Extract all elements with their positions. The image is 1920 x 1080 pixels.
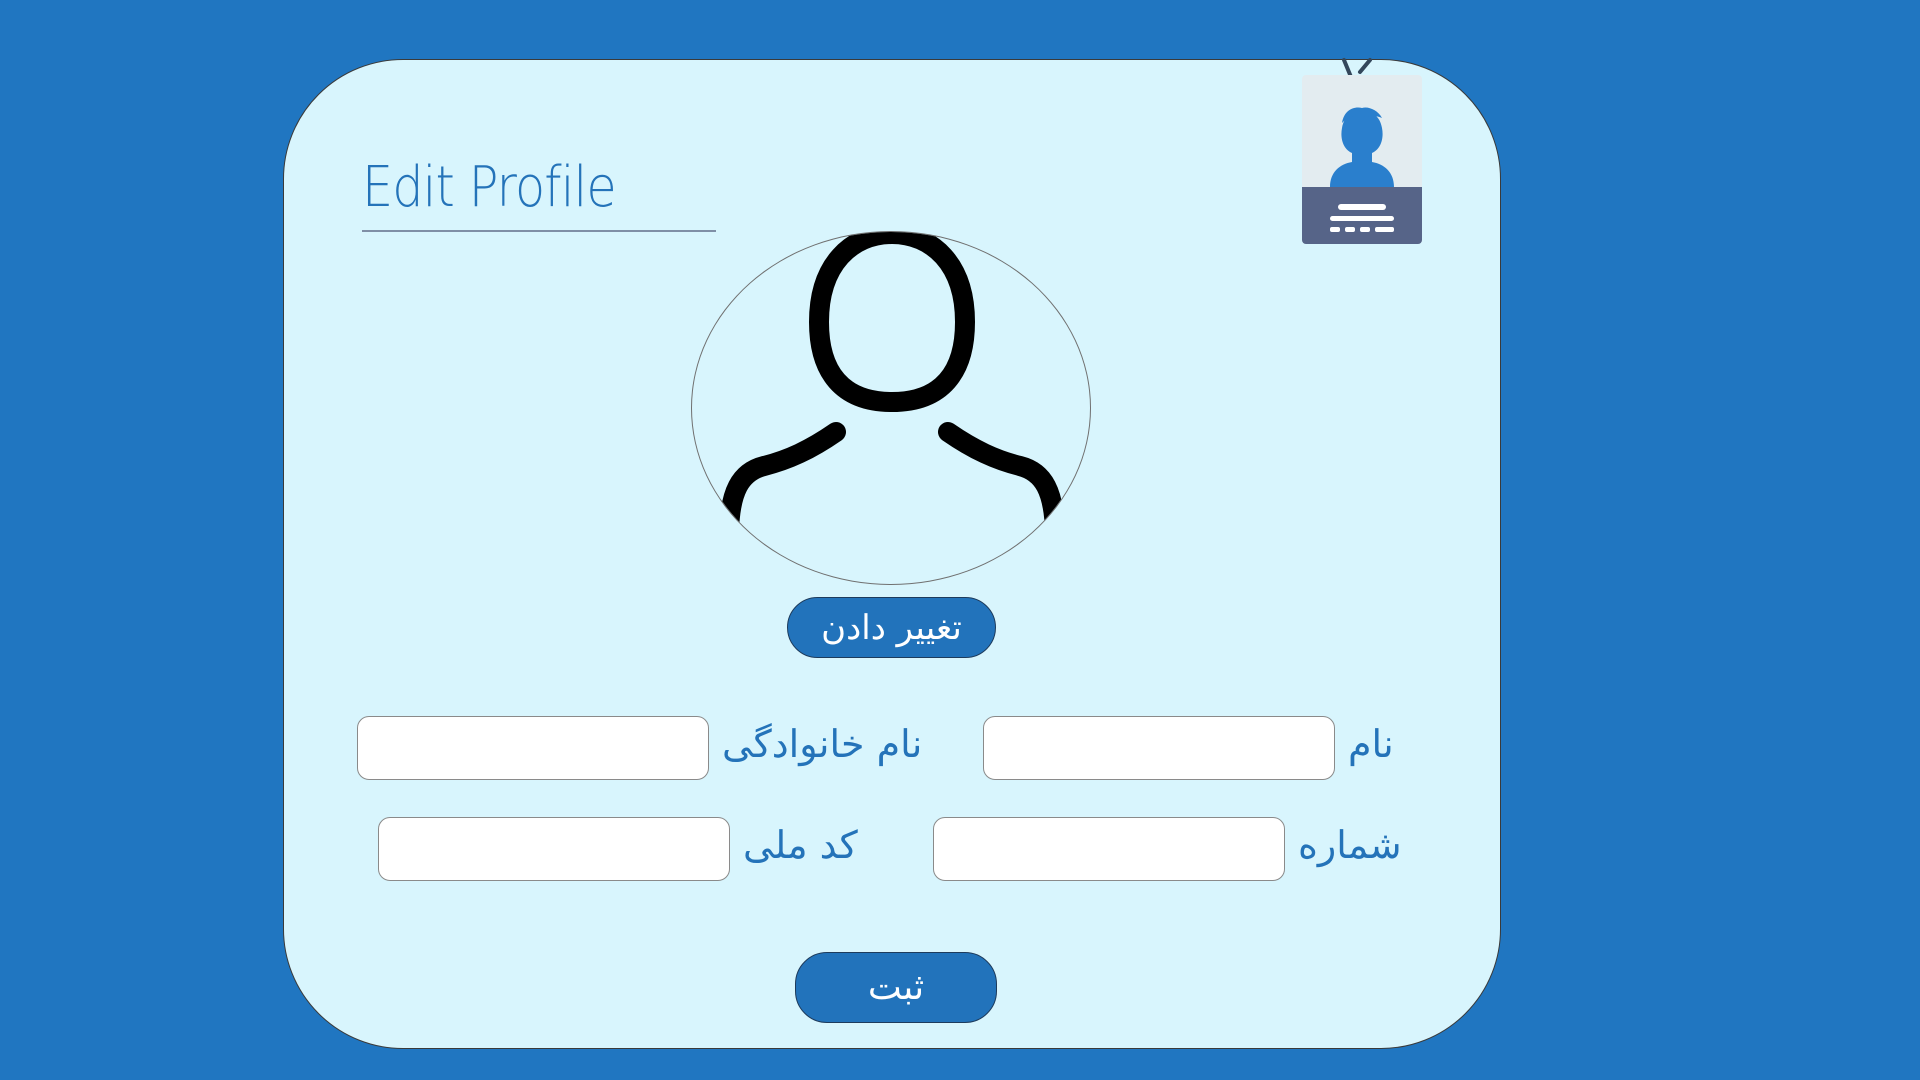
submit-button[interactable]: ثبت [795,952,997,1023]
id-badge-icon [1300,56,1424,246]
last-name-label: نام خانوادگی [722,722,923,766]
first-name-field[interactable] [983,716,1335,780]
national-code-label: کد ملی [743,823,858,867]
phone-label: شماره [1298,823,1402,867]
avatar[interactable] [691,231,1091,585]
first-name-label: نام [1348,722,1394,766]
change-photo-button[interactable]: تغییر دادن [787,597,996,658]
last-name-field[interactable] [357,716,709,780]
user-outline-icon [719,232,1065,542]
title-underline [362,230,716,232]
phone-field[interactable] [933,817,1285,881]
national-code-field[interactable] [378,817,730,881]
page-title: Edit Profile [362,155,617,220]
